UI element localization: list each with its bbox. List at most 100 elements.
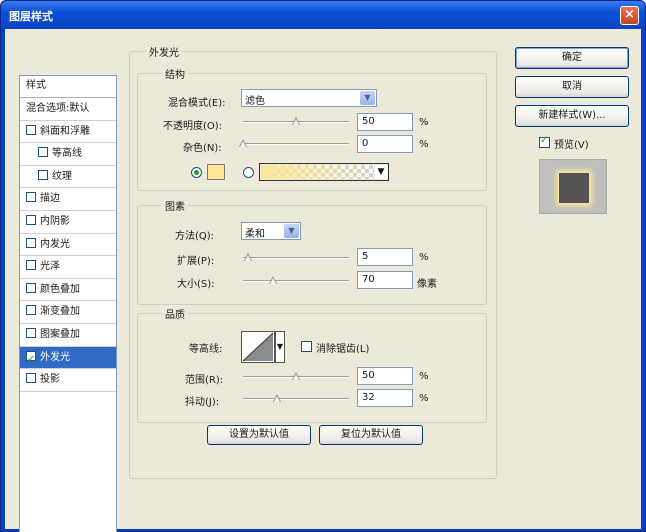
range-input[interactable]: 50	[357, 367, 413, 385]
style-list-item-label: 光泽	[40, 261, 60, 273]
antialiased-label: 消除锯齿(L)	[316, 344, 370, 355]
range-slider-thumb[interactable]	[292, 372, 300, 382]
style-list-item-label: 渐变叠加	[40, 306, 80, 318]
style-list-item[interactable]: 混合选项:默认	[20, 98, 116, 121]
style-preview	[539, 159, 607, 214]
preview-label: 预览(V)	[554, 140, 589, 151]
noise-label: 杂色(N):	[183, 143, 222, 154]
style-list-item[interactable]: 内阴影	[20, 211, 116, 234]
range-label: 范围(R):	[185, 375, 224, 386]
blend-mode-label: 混合模式(E):	[168, 98, 226, 109]
range-slider[interactable]	[243, 372, 349, 382]
antialiased-checkbox[interactable]	[301, 341, 312, 352]
style-checkbox[interactable]	[26, 237, 36, 248]
dialog-body: 样式 混合选项:默认 斜面和浮雕等高线纹理描边内阴影内发光光泽颜色叠加渐变叠加图案…	[5, 29, 641, 532]
solid-color-radio[interactable]	[191, 167, 202, 178]
jitter-unit: %	[419, 393, 429, 404]
spread-input[interactable]: 5	[357, 248, 413, 266]
outer-glow-title: 外发光	[146, 44, 182, 59]
style-list-item-label: 等高线	[52, 148, 82, 160]
blend-mode-value: 滤色	[245, 96, 265, 107]
style-list-item[interactable]: 光泽	[20, 256, 116, 279]
style-list-item-label: 纹理	[52, 170, 72, 182]
style-list-item[interactable]: 内发光	[20, 234, 116, 257]
style-checkbox[interactable]	[26, 305, 36, 316]
style-list-item[interactable]: 等高线	[20, 143, 116, 166]
style-checkbox[interactable]	[26, 349, 36, 368]
style-checkbox[interactable]	[26, 327, 36, 338]
chevron-down-icon: ▼	[284, 224, 299, 238]
style-list-item[interactable]: 外发光	[20, 346, 116, 370]
title-bar: 图层样式 ×	[1, 1, 645, 29]
set-default-button[interactable]: 设置为默认值	[207, 425, 311, 445]
chevron-down-icon: ▼	[360, 91, 375, 105]
layer-style-dialog: 图层样式 × 样式 混合选项:默认 斜面和浮雕等高线纹理描边内阴影内发光光泽颜色叠…	[0, 0, 646, 532]
style-list-item[interactable]: 图案叠加	[20, 324, 116, 347]
opacity-input[interactable]: 50	[357, 113, 413, 131]
jitter-input[interactable]: 32	[357, 389, 413, 407]
spread-slider[interactable]	[243, 253, 349, 263]
jitter-slider-thumb[interactable]	[272, 394, 281, 404]
style-checkbox[interactable]	[26, 214, 36, 225]
reset-default-button[interactable]: 复位为默认值	[319, 425, 423, 445]
style-checkbox[interactable]	[38, 147, 48, 158]
contour-preview[interactable]	[241, 331, 275, 363]
elements-title: 图素	[162, 198, 188, 213]
glow-color-swatch[interactable]	[207, 164, 225, 180]
gradient-picker[interactable]: ▼	[259, 163, 389, 181]
size-label: 大小(S):	[177, 279, 215, 290]
preview-checkbox[interactable]	[539, 135, 550, 148]
style-checkbox[interactable]	[26, 192, 36, 203]
style-checkbox[interactable]	[26, 260, 36, 271]
style-list-item-label: 内阴影	[40, 215, 70, 227]
style-checkbox[interactable]	[26, 373, 36, 384]
spread-slider-thumb[interactable]	[244, 253, 253, 263]
styles-list-header[interactable]: 样式	[20, 76, 116, 98]
style-list-item-label: 描边	[40, 193, 60, 205]
opacity-slider[interactable]	[243, 117, 349, 127]
style-list-item[interactable]: 纹理	[20, 166, 116, 189]
opacity-slider-thumb[interactable]	[292, 117, 300, 127]
gradient-preview	[261, 165, 374, 179]
style-list-item-label: 颜色叠加	[40, 283, 80, 295]
style-checkbox[interactable]	[26, 124, 36, 135]
style-list-item[interactable]: 颜色叠加	[20, 279, 116, 302]
size-slider[interactable]	[243, 276, 349, 286]
style-checkbox[interactable]	[38, 169, 48, 180]
chevron-down-icon[interactable]: ▼	[275, 331, 285, 363]
quality-title: 品质	[162, 306, 188, 321]
style-checkbox[interactable]	[26, 282, 36, 293]
range-unit: %	[419, 371, 429, 382]
jitter-label: 抖动(J):	[185, 397, 220, 408]
size-slider-thumb[interactable]	[268, 276, 277, 286]
jitter-slider[interactable]	[243, 394, 349, 404]
noise-input[interactable]: 0	[357, 135, 413, 153]
style-list-item-label: 图案叠加	[40, 328, 80, 340]
blend-mode-select[interactable]: 滤色 ▼	[241, 89, 377, 107]
noise-slider[interactable]	[239, 139, 349, 149]
size-input[interactable]: 70	[357, 271, 413, 289]
style-list-item-label: 外发光	[40, 351, 70, 363]
contour-curve-icon	[242, 332, 274, 362]
preview-thumbnail	[559, 173, 589, 203]
ok-button[interactable]: 确定	[515, 47, 629, 69]
opacity-unit: %	[419, 117, 429, 128]
gradient-radio[interactable]	[243, 167, 254, 178]
new-style-button[interactable]: 新建样式(W)...	[515, 105, 629, 127]
style-list-item[interactable]: 描边	[20, 188, 116, 211]
style-list-item-label: 投影	[40, 374, 60, 386]
noise-slider-thumb[interactable]	[239, 139, 247, 149]
style-list-item-label: 内发光	[40, 238, 70, 250]
technique-select[interactable]: 柔和 ▼	[241, 222, 301, 240]
spread-unit: %	[419, 252, 429, 263]
style-list-item[interactable]: 渐变叠加	[20, 301, 116, 324]
style-list-item[interactable]: 投影	[20, 369, 116, 392]
opacity-label: 不透明度(O):	[163, 121, 223, 132]
cancel-button[interactable]: 取消	[515, 76, 629, 98]
noise-unit: %	[419, 139, 429, 150]
close-icon[interactable]: ×	[620, 6, 639, 25]
contour-label: 等高线:	[189, 344, 223, 355]
chevron-down-icon: ▼	[375, 165, 387, 179]
style-list-item[interactable]: 斜面和浮雕	[20, 121, 116, 144]
technique-label: 方法(Q):	[175, 231, 215, 242]
